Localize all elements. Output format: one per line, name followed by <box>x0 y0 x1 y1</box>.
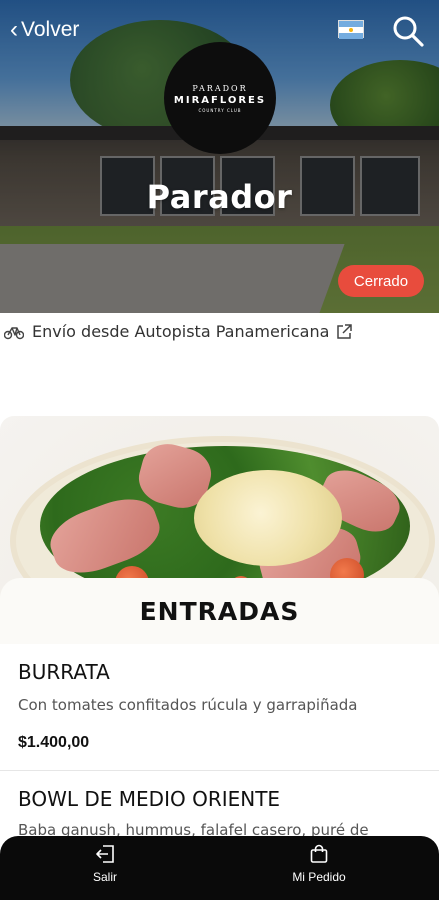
my-order-label: Mi Pedido <box>292 870 346 884</box>
back-label: Volver <box>21 18 80 41</box>
my-order-button[interactable]: Mi Pedido <box>264 844 374 884</box>
search-icon[interactable] <box>391 14 425 48</box>
bicycle-icon <box>4 326 24 339</box>
salad <box>40 437 410 600</box>
exit-button[interactable]: Salir <box>50 844 160 884</box>
delivery-info[interactable]: Envío desde Autopista Panamericana <box>4 322 353 341</box>
back-button[interactable]: ‹ Volver <box>10 18 79 42</box>
status-badge: Cerrado <box>338 265 424 297</box>
restaurant-logo: PARADOR MIRAFLORES COUNTRY CLUB <box>164 42 276 154</box>
menu-item[interactable]: BURRATA Con tomates confitados rúcula y … <box>0 644 439 770</box>
argentina-flag-icon[interactable] <box>338 20 364 39</box>
hero-banner: ‹ Volver PARADOR MIRAFLORES COUNTRY CLUB… <box>0 0 439 313</box>
page-title: Parador <box>146 178 293 216</box>
exit-label: Salir <box>92 870 117 884</box>
item-description: Con tomates confitados rúcula y garrapiñ… <box>18 696 358 714</box>
category-title: ENTRADAS <box>0 578 439 644</box>
bottom-nav: Salir Mi Pedido <box>0 836 439 900</box>
item-name: BURRATA <box>18 660 110 684</box>
external-link-icon[interactable] <box>335 323 353 341</box>
logout-icon <box>96 845 114 863</box>
category-image <box>0 416 439 600</box>
item-price: $1.400,00 <box>18 734 90 751</box>
item-name: BOWL DE MEDIO ORIENTE <box>18 787 281 811</box>
delivery-text: Envío desde Autopista Panamericana <box>32 322 330 341</box>
shopping-bag-icon <box>310 844 328 863</box>
chevron-left-icon: ‹ <box>10 16 18 43</box>
